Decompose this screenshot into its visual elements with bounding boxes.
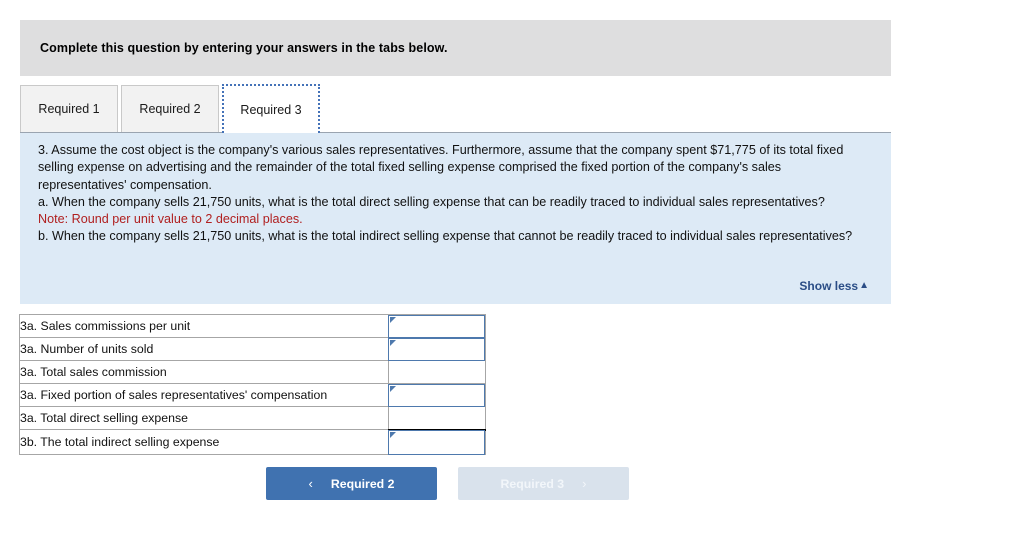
- row-value-total-direct-selling-expense: [388, 406, 486, 431]
- row-label: 3b. The total indirect selling expense: [19, 429, 389, 455]
- answer-input-number-of-units-sold[interactable]: [388, 337, 485, 361]
- answer-input-sales-commissions-per-unit[interactable]: [388, 314, 485, 338]
- answer-table: 3a. Sales commissions per unit 3a. Numbe…: [19, 314, 486, 455]
- tab-required-3[interactable]: Required 3: [222, 84, 320, 133]
- tab-label: Required 3: [240, 102, 302, 117]
- question-part-a: a. When the company sells 21,750 units, …: [38, 194, 825, 209]
- question-part-b: b. When the company sells 21,750 units, …: [38, 229, 853, 244]
- row-value-cell[interactable]: [388, 383, 486, 407]
- question-note: Note: Round per unit value to 2 decimal …: [38, 212, 303, 227]
- chevron-right-icon: ›: [582, 476, 587, 491]
- row-label: 3a. Number of units sold: [19, 337, 389, 361]
- prev-required-2-button[interactable]: ‹ Required 2: [266, 467, 437, 500]
- row-label: 3a. Total direct selling expense: [19, 406, 389, 430]
- navigation-buttons: ‹ Required 2 Required 3 ›: [266, 467, 629, 500]
- row-value-cell[interactable]: [388, 337, 486, 361]
- table-row: 3a. Fixed portion of sales representativ…: [19, 383, 486, 407]
- answer-input-total-indirect-selling-expense[interactable]: [388, 429, 485, 455]
- answer-input-fixed-portion-compensation[interactable]: [388, 383, 485, 407]
- question-paragraph: 3. Assume the cost object is the company…: [38, 143, 844, 192]
- row-label: 3a. Total sales commission: [19, 360, 389, 384]
- show-less-toggle[interactable]: Show less ▲: [799, 279, 869, 293]
- row-label: 3a. Sales commissions per unit: [19, 314, 389, 338]
- row-value-cell[interactable]: [388, 429, 486, 455]
- instruction-banner: Complete this question by entering your …: [20, 20, 891, 76]
- tab-label: Required 2: [139, 102, 201, 116]
- tab-strip: Required 1 Required 2 Required 3: [20, 84, 891, 133]
- caret-up-icon: ▲: [859, 280, 869, 291]
- row-value-total-sales-commission: [388, 360, 486, 384]
- show-less-label: Show less: [799, 279, 859, 293]
- table-row: 3a. Total sales commission: [19, 360, 486, 384]
- chevron-left-icon: ‹: [308, 476, 313, 491]
- table-row: 3a. Total direct selling expense: [19, 406, 486, 431]
- row-label: 3a. Fixed portion of sales representativ…: [19, 383, 389, 407]
- row-value-cell[interactable]: [388, 314, 486, 338]
- question-panel: 3. Assume the cost object is the company…: [20, 133, 891, 304]
- question-page: Complete this question by entering your …: [0, 0, 1024, 548]
- table-row: 3a. Sales commissions per unit: [19, 314, 486, 338]
- prev-button-label: Required 2: [330, 476, 395, 491]
- next-button-label: Required 3: [500, 476, 565, 491]
- table-row: 3a. Number of units sold: [19, 337, 486, 361]
- tab-required-2[interactable]: Required 2: [121, 85, 219, 132]
- tab-required-1[interactable]: Required 1: [20, 85, 118, 132]
- tab-label: Required 1: [38, 102, 100, 116]
- next-required-3-button[interactable]: Required 3 ›: [458, 467, 629, 500]
- table-row: 3b. The total indirect selling expense: [19, 429, 486, 455]
- instruction-text: Complete this question by entering your …: [40, 41, 448, 55]
